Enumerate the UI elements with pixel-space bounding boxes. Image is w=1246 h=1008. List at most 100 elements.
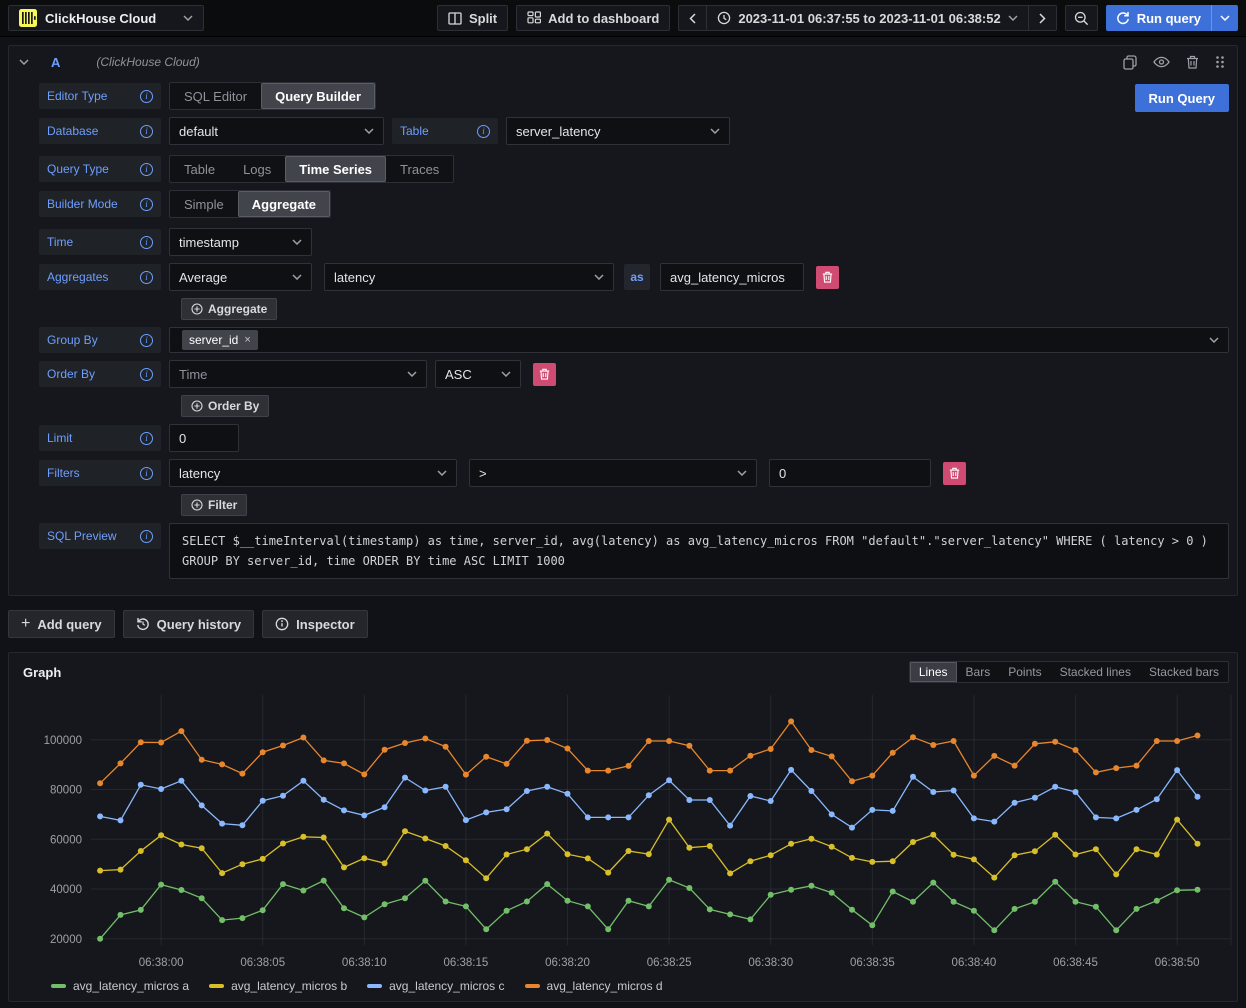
add-order-by-row: Order By — [39, 395, 1229, 417]
query-history-button[interactable]: Query history — [123, 610, 255, 638]
time-shift-forward-button[interactable] — [1028, 5, 1057, 31]
drag-handle-icon[interactable] — [1215, 55, 1225, 69]
field-label-text: Time — [47, 235, 140, 249]
order-by-field-placeholder: Time — [179, 367, 407, 382]
add-to-dashboard-label: Add to dashboard — [548, 11, 659, 26]
legend-item[interactable]: avg_latency_micros d — [525, 979, 663, 993]
query-type-toggle-option[interactable]: Table — [170, 156, 229, 182]
graph-style-toggle-option[interactable]: Stacked bars — [1140, 662, 1228, 682]
legend-item[interactable]: avg_latency_micros c — [367, 979, 504, 993]
limit-input[interactable]: 0 — [169, 424, 239, 452]
order-by-field-select[interactable]: Time — [169, 360, 427, 388]
graph-style-toggle-option[interactable]: Bars — [957, 662, 1000, 682]
zoom-out-button[interactable] — [1065, 5, 1098, 31]
aggregate-column-value: latency — [334, 270, 594, 285]
aggregate-column-select[interactable]: latency — [324, 263, 614, 291]
query-header: A (ClickHouse Cloud) — [9, 46, 1237, 78]
aggregate-alias-input[interactable]: avg_latency_micros — [660, 263, 804, 291]
info-icon[interactable]: i — [140, 432, 153, 445]
filter-value-input[interactable]: 0 — [769, 459, 931, 487]
add-query-button[interactable]: + Add query — [8, 610, 115, 638]
inspector-button[interactable]: Inspector — [262, 610, 368, 638]
builder-mode-toggle-option[interactable]: Simple — [170, 191, 238, 217]
database-select-value: default — [179, 124, 364, 139]
builder-mode-toggle-option[interactable]: Aggregate — [238, 191, 330, 217]
field-label-text: SQL Preview — [47, 529, 140, 543]
field-label-text: Builder Mode — [47, 197, 140, 211]
limit-value: 0 — [179, 431, 186, 446]
field-label-text: Order By — [47, 367, 140, 381]
chevron-right-icon — [1039, 13, 1046, 24]
chevron-down-icon — [1008, 15, 1018, 21]
add-to-dashboard-button[interactable]: Add to dashboard — [516, 5, 670, 31]
info-icon[interactable]: i — [140, 125, 153, 138]
hide-response-eye-icon[interactable] — [1153, 56, 1170, 68]
info-icon[interactable]: i — [140, 163, 153, 176]
remove-chip-icon[interactable]: × — [244, 334, 250, 346]
time-range-picker[interactable]: 2023-11-01 06:37:55 to 2023-11-01 06:38:… — [706, 5, 1028, 31]
order-by-direction-select[interactable]: ASC — [435, 360, 521, 388]
time-column-select[interactable]: timestamp — [169, 228, 312, 256]
time-series-chart[interactable]: 2000040000600008000010000006:38:0006:38:… — [9, 683, 1239, 979]
top-bar: ClickHouse Cloud Split Add to dashboard … — [0, 0, 1246, 37]
run-query-dropdown[interactable] — [1211, 5, 1238, 31]
circle-plus-icon — [191, 303, 203, 315]
graph-style-toggle-option[interactable]: Points — [999, 662, 1050, 682]
query-type-toggle-option[interactable]: Logs — [229, 156, 285, 182]
duplicate-query-icon[interactable] — [1123, 55, 1137, 70]
remove-filter-button[interactable] — [943, 462, 966, 485]
add-aggregate-label: Aggregate — [208, 302, 267, 316]
info-icon[interactable]: i — [140, 236, 153, 249]
chevron-down-icon — [437, 470, 447, 476]
editor-type-toggle-option[interactable]: SQL Editor — [170, 83, 261, 109]
filters-label: Filters i — [39, 460, 161, 486]
info-icon[interactable]: i — [140, 90, 153, 103]
editor-type-toggle-option[interactable]: Query Builder — [261, 83, 375, 109]
query-type-toggle-option[interactable]: Traces — [386, 156, 453, 182]
info-icon[interactable]: i — [140, 467, 153, 480]
filter-operator-value: > — [479, 466, 737, 481]
database-select[interactable]: default — [169, 117, 384, 145]
group-by-multiselect[interactable]: server_id × — [169, 327, 1229, 353]
legend-item[interactable]: avg_latency_micros a — [51, 979, 189, 993]
query-history-label: Query history — [157, 617, 242, 632]
info-icon[interactable]: i — [140, 198, 153, 211]
datasource-picker[interactable]: ClickHouse Cloud — [8, 5, 204, 31]
query-ref-id[interactable]: A — [51, 55, 60, 70]
graph-style-toggle-option[interactable]: Lines — [910, 662, 957, 682]
graph-panel: Graph LinesBarsPointsStacked linesStacke… — [8, 652, 1238, 1002]
delete-query-trash-icon[interactable] — [1186, 55, 1199, 69]
filter-field-select[interactable]: latency — [169, 459, 457, 487]
legend-item[interactable]: avg_latency_micros b — [209, 979, 347, 993]
add-aggregate-button[interactable]: Aggregate — [181, 298, 277, 320]
add-filter-button[interactable]: Filter — [181, 494, 247, 516]
y-axis-tick-label: 100000 — [44, 735, 82, 747]
x-axis-tick-label: 06:38:45 — [1053, 957, 1098, 969]
editor-run-query-button[interactable]: Run Query — [1135, 84, 1229, 112]
split-button[interactable]: Split — [437, 5, 508, 31]
info-icon[interactable]: i — [140, 368, 153, 381]
query-type-toggle-option[interactable]: Time Series — [285, 156, 386, 182]
table-select[interactable]: server_latency — [506, 117, 730, 145]
info-icon[interactable]: i — [477, 125, 490, 138]
order-by-row: Order By i Time ASC — [39, 360, 1229, 388]
info-icon[interactable]: i — [140, 271, 153, 284]
filter-operator-select[interactable]: > — [469, 459, 757, 487]
datasource-name: ClickHouse Cloud — [45, 11, 175, 26]
run-query-button[interactable]: Run query — [1106, 11, 1211, 26]
sql-preview-code[interactable]: SELECT $__timeInterval(timestamp) as tim… — [169, 523, 1229, 579]
info-icon[interactable]: i — [140, 334, 153, 347]
graph-style-toggle-option[interactable]: Stacked lines — [1051, 662, 1140, 682]
add-order-by-button[interactable]: Order By — [181, 395, 269, 417]
aggregate-function-select[interactable]: Average — [169, 263, 312, 291]
group-by-chip[interactable]: server_id × — [182, 330, 258, 350]
remove-order-by-button[interactable] — [533, 363, 556, 386]
collapse-chevron-icon[interactable] — [19, 59, 29, 65]
time-shift-back-button[interactable] — [678, 5, 707, 31]
info-icon[interactable]: i — [140, 530, 153, 543]
remove-aggregate-button[interactable] — [816, 266, 839, 289]
field-label-text: Query Type — [47, 162, 140, 176]
editor-type-label: Editor Type i — [39, 83, 161, 109]
legend-swatch — [367, 984, 382, 988]
table-select-value: server_latency — [516, 124, 710, 139]
